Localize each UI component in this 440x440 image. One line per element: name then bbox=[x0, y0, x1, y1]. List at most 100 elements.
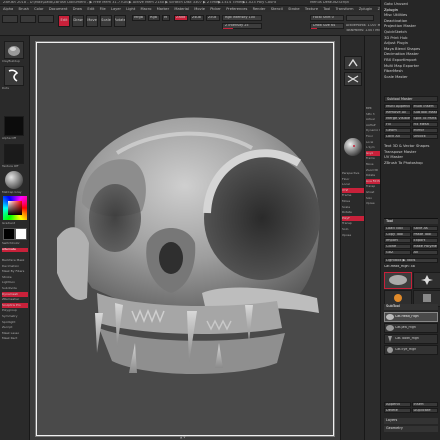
subtool-master-header[interactable]: Subtool Master bbox=[384, 96, 438, 102]
move-button[interactable]: Move bbox=[86, 15, 98, 27]
subtool-name: Cat.Tooth_High bbox=[395, 337, 419, 341]
focal-shift-slider[interactable]: Focal Shift 0 bbox=[310, 15, 344, 21]
color-picker[interactable] bbox=[3, 196, 27, 220]
zplugin-list-bottom: Text 3D & Vector Shapes Transpose Master… bbox=[384, 144, 440, 166]
active-points: ActivePoints: 1.007 Mil bbox=[346, 24, 380, 27]
append-button[interactable]: Append bbox=[384, 402, 411, 407]
tool-palette-label: Tool bbox=[386, 219, 393, 223]
canvas-scroll-indicator[interactable]: ▲ ▼ bbox=[180, 436, 192, 439]
m-button[interactable]: M bbox=[162, 15, 170, 21]
edit-button[interactable]: Edit bbox=[58, 15, 70, 27]
projection-master-button[interactable] bbox=[2, 15, 18, 23]
multi-append-button[interactable]: Multi Append bbox=[384, 104, 411, 109]
dynamic-button[interactable] bbox=[346, 15, 374, 21]
current-tool-label: Cat.Head_High: 48 bbox=[384, 265, 415, 268]
duplicate-button[interactable]: Duplicate bbox=[411, 408, 438, 413]
canvas[interactable] bbox=[36, 42, 334, 436]
import-button[interactable]: Import bbox=[384, 238, 411, 243]
xpose-button[interactable]: Xpose bbox=[366, 201, 380, 207]
geometry-header[interactable]: Geometry bbox=[384, 426, 438, 432]
shelf-xpose[interactable]: Xpose bbox=[342, 233, 364, 239]
brush-thumbnail[interactable] bbox=[4, 41, 24, 59]
subtool-name: Cat.Jaw_High bbox=[395, 326, 416, 330]
main-color-swatch[interactable] bbox=[3, 228, 15, 240]
polymesh-thumb-icon bbox=[423, 294, 431, 302]
clay-brush-icon bbox=[8, 46, 20, 56]
zadd-button[interactable]: Zadd bbox=[174, 15, 188, 21]
tool-thumb-skull[interactable] bbox=[384, 272, 412, 289]
stroke-thumbnail[interactable] bbox=[4, 66, 24, 86]
delete-button[interactable]: Delete bbox=[384, 408, 411, 413]
copy-tool-button[interactable]: Copy Tool bbox=[384, 232, 411, 237]
secondary-color-swatch[interactable] bbox=[15, 228, 27, 240]
subtool-item[interactable]: Cat.Jaw_High bbox=[384, 323, 438, 333]
subtool-item[interactable]: Cat.Head_High bbox=[384, 312, 438, 322]
sphere-preview[interactable] bbox=[343, 136, 363, 158]
split-to-parts-button[interactable]: Split To Parts bbox=[411, 116, 438, 121]
tool-buttons-grid: Load Tool Save As Copy Tool Paste Tool I… bbox=[384, 226, 438, 255]
rgb-intensity-slider[interactable]: Rgb Intensity 100 bbox=[222, 15, 262, 21]
left-shelf: ClayBuildup Dots Alpha Off Texture Off M… bbox=[0, 36, 30, 440]
mask-fibers-button[interactable]: Mask By Fibers bbox=[2, 269, 28, 275]
all-button[interactable]: All bbox=[411, 250, 438, 255]
scale-button[interactable]: Scale bbox=[100, 15, 112, 27]
alpha-thumbnail[interactable] bbox=[4, 116, 24, 136]
mask-rect-button[interactable]: Mask Rect bbox=[2, 336, 28, 342]
fix-mesh-button[interactable]: Fix Mesh bbox=[411, 122, 438, 127]
goz-button[interactable]: GoZ bbox=[384, 250, 411, 255]
material-thumbnail[interactable] bbox=[4, 170, 24, 190]
lightbox-tools-button[interactable]: Lightbox ▶ Tools bbox=[384, 258, 438, 263]
stroke-label: Dots bbox=[2, 87, 9, 90]
lightbox-button[interactable] bbox=[20, 15, 36, 23]
alternate-button[interactable]: Alternate bbox=[2, 248, 28, 252]
save-as-button[interactable]: Save As bbox=[411, 226, 438, 231]
rotate-button[interactable]: Rotate bbox=[114, 15, 126, 27]
gradient-label[interactable]: Gradient bbox=[2, 222, 28, 225]
insert-button[interactable]: Insert bbox=[411, 402, 438, 407]
move-icon-button[interactable] bbox=[344, 72, 362, 86]
merge-visible-button[interactable]: Merge Visible bbox=[384, 116, 411, 121]
layers-label: Layers bbox=[386, 418, 398, 422]
subtool-thumb-icon bbox=[386, 314, 394, 320]
zbrush-to-photoshop-item[interactable]: ZBrush To Photoshop bbox=[384, 161, 440, 167]
backface-mask-button[interactable]: Backface Mask bbox=[2, 258, 28, 264]
right-shelf-items: Perspective Floor Local XYZ Frame Move S… bbox=[342, 171, 364, 238]
scale-master-item[interactable]: Scale Master bbox=[384, 75, 440, 81]
viewport-right-shelf: Perspective Floor Local XYZ Frame Move S… bbox=[340, 36, 364, 440]
export-button[interactable]: Export bbox=[411, 238, 438, 243]
zsub-button[interactable]: Zsub bbox=[190, 15, 204, 21]
clone-button[interactable]: Clone bbox=[384, 244, 411, 249]
subtool-name: Cat.Head_High bbox=[395, 315, 419, 319]
live-boolean-button[interactable] bbox=[38, 15, 54, 23]
subtool-name: Cat.Eye_High bbox=[395, 348, 417, 352]
subtool-header[interactable]: SubTool bbox=[384, 304, 438, 310]
make-polymesh-button[interactable]: Make PolyMesh3D bbox=[411, 244, 438, 249]
lock-all-button[interactable]: Lock All bbox=[384, 134, 411, 139]
render-sphere-icon bbox=[344, 138, 362, 156]
matcap-sphere-icon bbox=[5, 171, 23, 189]
texture-thumbnail[interactable] bbox=[4, 144, 24, 164]
layers-header[interactable]: Layers bbox=[384, 418, 438, 424]
rotate-icon-button[interactable] bbox=[344, 56, 362, 70]
draw-size-fill bbox=[311, 28, 317, 29]
fill-button[interactable]: Fill bbox=[384, 122, 411, 127]
zcut-button[interactable]: Zcut bbox=[206, 15, 220, 21]
unlock-button[interactable]: Unlock bbox=[411, 134, 438, 139]
load-tool-button[interactable]: Load Tool bbox=[384, 226, 411, 231]
rgb-button[interactable]: Rgb bbox=[148, 15, 160, 21]
subtool-item[interactable]: Cat.Eye_High bbox=[384, 345, 438, 355]
subtool-master-button[interactable]: SubTool Master bbox=[411, 110, 438, 115]
remove-all-button[interactable]: Remove All bbox=[384, 110, 411, 115]
mirror-button[interactable]: Mirror bbox=[411, 128, 438, 133]
multi-insert-button[interactable]: Multi Insert bbox=[411, 104, 438, 109]
draw-button[interactable]: Draw bbox=[72, 15, 84, 27]
color-saturation-square[interactable] bbox=[8, 201, 22, 215]
mrgb-button[interactable]: Mrgb bbox=[132, 15, 146, 21]
switch-color-label[interactable]: SwitchColor bbox=[2, 242, 28, 245]
paste-tool-button[interactable]: Paste Tool bbox=[411, 232, 438, 237]
subtool-item[interactable]: Cat.Tooth_High bbox=[384, 334, 438, 344]
geom-button[interactable]: Geom bbox=[384, 128, 411, 133]
tool-palette-header[interactable]: Tool bbox=[384, 218, 438, 224]
tool-thumb-star[interactable] bbox=[413, 272, 440, 289]
star-thumb-icon bbox=[421, 275, 433, 285]
